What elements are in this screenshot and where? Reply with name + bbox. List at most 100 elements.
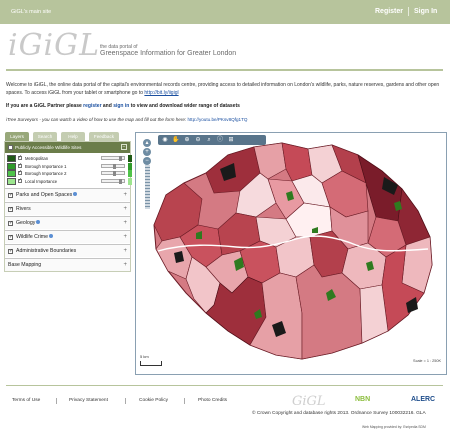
partner-notice: If you are a GiGL Partner please registe… [6, 103, 240, 109]
legend-checkbox[interactable] [18, 177, 22, 183]
layer-group-geology[interactable]: Geology + [5, 216, 130, 229]
expand-icon[interactable]: + [123, 248, 127, 254]
legend-checkbox[interactable] [18, 162, 22, 168]
opacity-slider[interactable] [101, 171, 125, 176]
top-bar: GiGL's main site Register Sign In [0, 0, 450, 24]
opacity-slider[interactable] [101, 178, 125, 184]
layer-group-base-mapping[interactable]: Base Mapping + [5, 258, 130, 271]
legend-checkbox[interactable] [18, 154, 22, 160]
intro-paragraph: Welcome to iGiGL, the online data portal… [6, 81, 444, 97]
admin-boundaries-label: Administrative Boundaries [16, 248, 77, 254]
legend-row-local: Local Importance [7, 177, 132, 185]
rivers-label: Rivers [16, 206, 31, 212]
opacity-slider[interactable] [101, 156, 125, 161]
parks-label: Parks and Open Spaces [16, 192, 73, 198]
legend-checkbox[interactable] [18, 169, 22, 175]
layer-group-parks[interactable]: Parks and Open Spaces + [5, 188, 130, 201]
zoom-out-icon[interactable]: ⊖ [194, 136, 202, 144]
globe-icon[interactable]: ◉ [161, 136, 169, 144]
legend-end-swatch [128, 170, 132, 177]
wildlife-crime-checkbox[interactable] [8, 234, 13, 240]
legend-swatch [7, 155, 16, 162]
brand-tagline-large: Greenspace Information for Greater Londo… [100, 50, 237, 57]
legend-end-swatch [128, 155, 132, 162]
expand-icon[interactable]: + [123, 220, 127, 226]
cookie-link[interactable]: Cookie Policy [139, 398, 168, 403]
video-notice: iTree Surveyors - you can watch a video … [6, 117, 247, 122]
pan-hand-icon[interactable]: ✋ [172, 136, 180, 144]
rivers-checkbox[interactable] [8, 206, 13, 212]
expand-icon[interactable]: + [123, 234, 127, 240]
zoom-in-icon[interactable]: ⊕ [183, 136, 191, 144]
photo-credits-link[interactable]: Photo Credits [198, 398, 227, 403]
footer-divider [6, 385, 443, 386]
wildlife-sites-header[interactable]: Publicly Accessible Wildlife Sites − [5, 142, 130, 153]
info-icon[interactable] [73, 192, 78, 196]
main-site-link[interactable]: GiGL's main site [11, 9, 51, 15]
zoom-box-icon[interactable]: ⌕ [205, 136, 213, 144]
web-mapping-credit: Web Mapping provided by: Esripedia SDM [362, 425, 426, 429]
wildlife-sites-checkbox[interactable] [8, 145, 13, 150]
info-icon[interactable] [49, 234, 53, 238]
layer-group-wildlife-crime[interactable]: Wildlife Crime + [5, 230, 130, 243]
legend-swatch [7, 177, 16, 185]
partner-sign-in-link[interactable]: sign in [113, 103, 129, 109]
expand-icon[interactable]: + [123, 206, 127, 212]
privacy-link[interactable]: Privacy Statement [69, 398, 108, 403]
slider-knob[interactable] [113, 163, 116, 169]
legend-end-swatch [128, 177, 132, 185]
footer-separator [56, 398, 57, 404]
measure-icon[interactable]: ⊞ [227, 136, 235, 144]
geology-checkbox[interactable] [8, 220, 13, 226]
legend-swatch [7, 162, 16, 170]
zoom-control: ▴ + − [143, 139, 152, 209]
tab-feedback[interactable]: Feedback [89, 132, 119, 141]
layer-group-admin-boundaries[interactable]: Administrative Boundaries + [5, 244, 130, 257]
gigl-logo[interactable]: GiGL [292, 394, 326, 409]
sign-in-link[interactable]: Sign In [414, 8, 437, 15]
tab-layers[interactable]: Layers [5, 132, 29, 141]
london-boroughs-map[interactable] [136, 133, 446, 374]
slider-knob[interactable] [113, 171, 116, 176]
identify-icon[interactable]: ⓘ [216, 136, 224, 144]
igigl-logo[interactable]: iGiGL [8, 28, 100, 63]
register-link[interactable]: Register [375, 8, 403, 15]
footer-separator [125, 398, 126, 404]
mobile-link[interactable]: http://bit.ly/iigigl [144, 90, 178, 96]
partner-prefix: If you are a GiGL Partner please [6, 103, 84, 109]
scale-label: 5 km [140, 354, 149, 359]
footer-separator [184, 398, 185, 404]
partner-register-link[interactable]: register [83, 103, 101, 109]
zoom-slider[interactable] [145, 165, 150, 209]
alerc-logo[interactable]: ALERC [411, 396, 435, 403]
slider-knob[interactable] [119, 178, 122, 184]
terms-link[interactable]: Terms of Use [12, 398, 40, 403]
legend-row-borough-2: Borough Importance 2 [7, 169, 132, 177]
tab-help[interactable]: Help [61, 132, 85, 141]
header-divider [6, 69, 443, 71]
pan-north-icon[interactable]: ▴ [143, 139, 151, 147]
expand-icon[interactable]: + [123, 262, 127, 268]
nbn-logo[interactable]: NBN [355, 396, 370, 403]
legend-label: Metropolitan [25, 156, 49, 161]
legend-end-swatch [128, 162, 132, 170]
map-viewer[interactable]: ◉ ✋ ⊕ ⊖ ⌕ ⓘ ⊞ ▴ + − 5 km Scale = 1 : 250… [135, 132, 447, 375]
layer-group-rivers[interactable]: Rivers + [5, 202, 130, 215]
tab-search[interactable]: Search [33, 132, 57, 141]
partner-and: and [101, 103, 114, 109]
opacity-slider[interactable] [101, 163, 125, 169]
expand-icon[interactable]: + [123, 192, 127, 198]
zoom-out-button[interactable]: − [143, 157, 151, 165]
geology-label: Geology [16, 220, 36, 226]
scale-bar [140, 361, 162, 366]
intro-text: Welcome to iGiGL, the online data portal… [6, 82, 440, 96]
legend-label: Borough Importance 2 [25, 171, 67, 176]
zoom-in-button[interactable]: + [143, 148, 151, 156]
admin-boundaries-checkbox[interactable] [8, 248, 13, 254]
collapse-icon[interactable]: − [121, 144, 127, 150]
wildlife-legend: Metropolitan Borough Importance 1 Boroug… [7, 154, 132, 185]
slider-knob[interactable] [119, 156, 122, 161]
video-link[interactable]: http://youtu.be/PKsv8Qfg1TQ [187, 117, 247, 122]
info-icon[interactable] [36, 220, 41, 224]
parks-checkbox[interactable] [8, 192, 13, 198]
